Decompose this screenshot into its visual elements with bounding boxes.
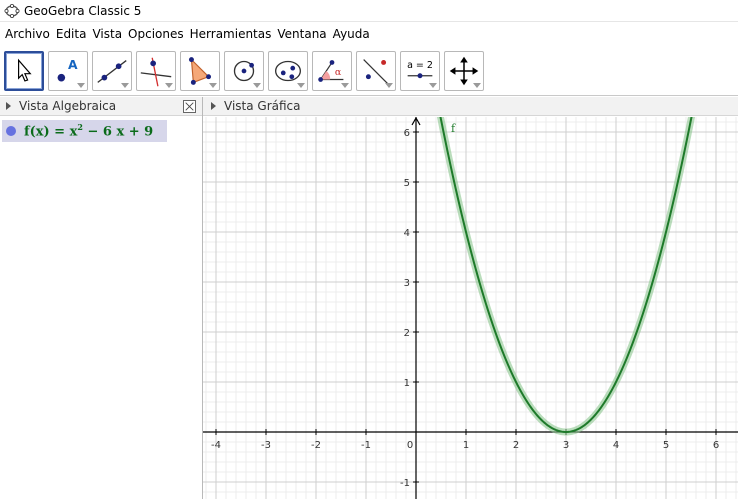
x-tick-label: -4 xyxy=(211,440,221,451)
toolbar: A α a = 2 xyxy=(0,46,738,96)
function-expression: f(x) = x2 − 6 x + 9 xyxy=(24,122,154,140)
y-tick-label: 6 xyxy=(404,128,410,139)
y-tick-label: -1 xyxy=(400,478,410,489)
menu-herramientas[interactable]: Herramientas xyxy=(187,27,275,41)
algebra-object-f[interactable]: f(x) = x2 − 6 x + 9 xyxy=(2,120,167,142)
menu-edita[interactable]: Edita xyxy=(53,27,90,41)
move-tool-button[interactable] xyxy=(4,51,44,91)
graphics-view-header: Vista Gráfica xyxy=(203,97,738,116)
graphics-view[interactable]: -4 -3 -2 -1 0 1 2 3 4 5 6 -1 1 2 3 4 5 6 f xyxy=(203,93,738,499)
point-tool-button[interactable]: A xyxy=(48,51,88,91)
algebra-view-title: Vista Algebraica xyxy=(19,99,117,113)
move-view-tool-button[interactable] xyxy=(444,51,484,91)
polygon-tool-button[interactable] xyxy=(180,51,220,91)
collapse-arrow-icon[interactable] xyxy=(211,102,216,110)
y-tick-label: 2 xyxy=(404,328,410,339)
ellipse-tool-button[interactable] xyxy=(268,51,308,91)
svg-text:A: A xyxy=(68,58,78,72)
x-tick-label: 0 xyxy=(407,440,413,451)
svg-text:a = 2: a = 2 xyxy=(407,60,433,71)
move-arrow-icon xyxy=(18,58,32,82)
x-tick-label: 5 xyxy=(663,440,669,451)
graphics-canvas[interactable]: -4 -3 -2 -1 0 1 2 3 4 5 6-1123456 f xyxy=(203,93,738,499)
y-tick-label: 4 xyxy=(404,228,410,239)
collapse-arrow-icon[interactable] xyxy=(6,102,11,110)
svg-text:α: α xyxy=(335,67,342,78)
menu-vista[interactable]: Vista xyxy=(89,27,125,41)
line-tool-button[interactable] xyxy=(92,51,132,91)
x-tick-label: 3 xyxy=(563,440,569,451)
y-tick-label: 5 xyxy=(404,178,410,189)
title-bar: GeoGebra Classic 5 xyxy=(0,0,738,22)
slider-tool-button[interactable]: a = 2 xyxy=(400,51,440,91)
menu-ventana[interactable]: Ventana xyxy=(274,27,329,41)
geogebra-icon xyxy=(4,3,20,18)
x-tick-label: 4 xyxy=(613,440,619,451)
x-tick-label: -2 xyxy=(311,440,321,451)
reflect-tool-button[interactable] xyxy=(356,51,396,91)
perpendicular-tool-button[interactable] xyxy=(136,51,176,91)
window-title: GeoGebra Classic 5 xyxy=(24,3,142,18)
close-icon[interactable] xyxy=(183,100,196,113)
circle-tool-button[interactable] xyxy=(224,51,264,91)
x-tick-label: -1 xyxy=(361,440,371,451)
y-tick-label: 3 xyxy=(404,278,410,289)
x-tick-label: -3 xyxy=(261,440,271,451)
angle-tool-button[interactable]: α xyxy=(312,51,352,91)
menu-archivo[interactable]: Archivo xyxy=(2,27,53,41)
algebra-view-header: Vista Algebraica xyxy=(0,97,202,116)
x-tick-label: 6 xyxy=(713,440,719,451)
x-tick-label: 2 xyxy=(513,440,519,451)
algebra-view: f(x) = x2 − 6 x + 9 xyxy=(0,117,202,499)
graphics-view-title: Vista Gráfica xyxy=(224,99,301,113)
visibility-toggle-dot[interactable] xyxy=(6,126,16,136)
x-tick-label: 1 xyxy=(463,440,469,451)
menu-bar: Archivo Edita Vista Opciones Herramienta… xyxy=(0,23,738,44)
menu-ayuda[interactable]: Ayuda xyxy=(330,27,373,41)
y-tick-label: 1 xyxy=(404,378,410,389)
menu-opciones[interactable]: Opciones xyxy=(125,27,187,41)
